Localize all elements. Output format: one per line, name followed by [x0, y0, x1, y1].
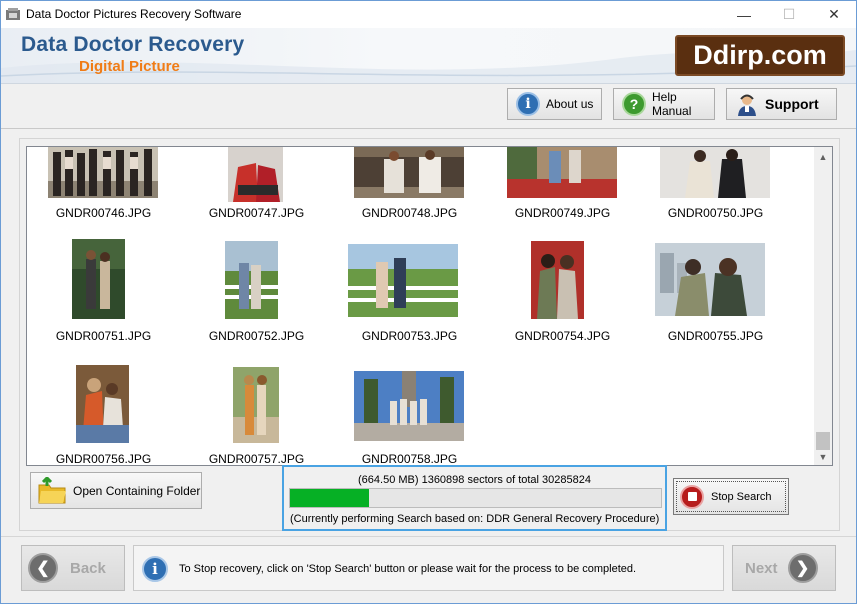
arrow-right-icon: ❯	[787, 553, 818, 583]
photo-thumbnail	[531, 241, 584, 319]
photo-thumbnail	[660, 147, 770, 198]
status-message: To Stop recovery, click on 'Stop Search'…	[179, 563, 637, 575]
stop-search-label: Stop Search	[711, 490, 772, 503]
photo-item[interactable]: GNDR00752.JPG	[180, 239, 333, 349]
title-bar: Data Doctor Pictures Recovery Software —…	[1, 1, 856, 28]
product-title: Data Doctor Recovery	[21, 33, 245, 56]
photo-thumbnail	[655, 243, 765, 316]
help-manual-label: Help Manual	[652, 90, 692, 118]
photo-filename: GNDR00749.JPG	[514, 206, 611, 220]
photo-thumbnail	[233, 367, 279, 443]
progress-bar-fill	[290, 489, 369, 507]
maximize-icon: ☐	[782, 6, 796, 22]
photo-filename: GNDR00755.JPG	[667, 329, 764, 343]
close-icon: ✕	[828, 6, 840, 22]
photo-item[interactable]: GNDR00749.JPG	[486, 147, 639, 225]
search-progress-panel: (664.50 MB) 1360898 sectors of total 302…	[282, 465, 667, 531]
chevron-up-icon: ▲	[818, 151, 828, 162]
minimize-button[interactable]: —	[721, 1, 767, 28]
photo-filename: GNDR00753.JPG	[361, 329, 458, 343]
sectors-progress-text: (664.50 MB) 1360898 sectors of total 302…	[358, 474, 591, 486]
gallery-scrollbar[interactable]: ▲ ▼	[814, 147, 832, 465]
chevron-down-icon: ▼	[818, 451, 828, 462]
folder-icon	[38, 476, 66, 503]
header-separator	[1, 128, 856, 129]
photo-thumbnail	[348, 244, 458, 317]
question-icon: ?	[622, 92, 646, 116]
open-containing-folder-button[interactable]: Open Containing Folder	[30, 472, 202, 509]
footer-separator	[1, 536, 856, 537]
photo-item[interactable]: GNDR00750.JPG	[639, 147, 792, 225]
scroll-up-button[interactable]: ▲	[814, 148, 832, 165]
photo-thumbnail	[354, 371, 464, 441]
close-button[interactable]: ✕	[811, 1, 856, 28]
app-icon	[6, 8, 20, 20]
maximize-button[interactable]: ☐	[766, 1, 812, 28]
photo-filename: GNDR00751.JPG	[55, 329, 152, 343]
stop-search-button[interactable]: Stop Search	[673, 478, 789, 515]
scroll-down-button[interactable]: ▼	[814, 448, 832, 465]
next-label: Next	[745, 559, 778, 577]
photo-thumbnail	[225, 241, 278, 319]
brand-logo: Ddirp.com	[675, 35, 845, 76]
photo-filename: GNDR00750.JPG	[667, 206, 764, 220]
photo-filename: GNDR00746.JPG	[55, 206, 152, 220]
photo-item[interactable]: GNDR00747.JPG	[180, 147, 333, 225]
photo-thumbnail	[48, 147, 158, 198]
help-manual-button[interactable]: ? Help Manual	[613, 88, 715, 120]
photo-thumbnail	[354, 147, 464, 198]
photo-filename: GNDR00747.JPG	[208, 206, 305, 220]
photo-item[interactable]: GNDR00753.JPG	[333, 239, 486, 349]
photo-thumbnail	[72, 239, 125, 319]
recovered-photos-gallery[interactable]: GNDR00746.JPG GNDR00747.JPG GNDR00748.JP…	[26, 146, 833, 466]
support-label: Support	[765, 96, 819, 112]
app-window: Data Doctor Pictures Recovery Software —…	[0, 0, 857, 604]
window-title: Data Doctor Pictures Recovery Software	[26, 7, 242, 21]
photo-item[interactable]: GNDR00751.JPG	[27, 239, 180, 349]
photo-filename: GNDR00748.JPG	[361, 206, 458, 220]
photo-item[interactable]: GNDR00758.JPG	[333, 365, 486, 466]
arrow-left-icon: ❮	[28, 553, 58, 583]
photo-filename: GNDR00754.JPG	[514, 329, 611, 343]
support-button[interactable]: Support	[726, 88, 837, 120]
photo-item[interactable]: GNDR00755.JPG	[639, 239, 792, 349]
photo-thumbnail	[76, 365, 129, 443]
photo-thumbnail	[228, 147, 283, 202]
search-method-status: (Currently performing Search based on: D…	[290, 513, 660, 525]
photo-filename: GNDR00758.JPG	[361, 452, 458, 466]
open-folder-label: Open Containing Folder	[73, 483, 201, 498]
photo-item[interactable]: GNDR00757.JPG	[180, 365, 333, 466]
progress-bar	[289, 488, 662, 508]
support-agent-icon	[738, 94, 756, 116]
photo-item[interactable]: GNDR00746.JPG	[27, 147, 180, 225]
photo-filename: GNDR00752.JPG	[208, 329, 305, 343]
header-banner: Data Doctor Recovery Digital Picture Ddi…	[1, 28, 856, 84]
back-label: Back	[70, 559, 106, 577]
photo-item[interactable]: GNDR00748.JPG	[333, 147, 486, 225]
next-button[interactable]: Next ❯	[732, 545, 836, 591]
status-info-bar: i To Stop recovery, click on 'Stop Searc…	[133, 545, 724, 591]
product-subtitle: Digital Picture	[79, 58, 180, 75]
back-button[interactable]: ❮ Back	[21, 545, 125, 591]
info-icon: i	[142, 556, 168, 582]
about-us-label: About us	[546, 97, 594, 111]
photo-thumbnail	[507, 147, 617, 198]
stop-icon	[680, 484, 704, 509]
photo-item[interactable]: GNDR00756.JPG	[27, 365, 180, 466]
minimize-icon: —	[737, 6, 751, 23]
photo-filename: GNDR00756.JPG	[55, 452, 152, 466]
photo-item[interactable]: GNDR00754.JPG	[486, 239, 639, 349]
about-us-button[interactable]: i About us	[507, 88, 602, 120]
info-icon: i	[516, 92, 540, 116]
photo-filename: GNDR00757.JPG	[208, 452, 305, 466]
